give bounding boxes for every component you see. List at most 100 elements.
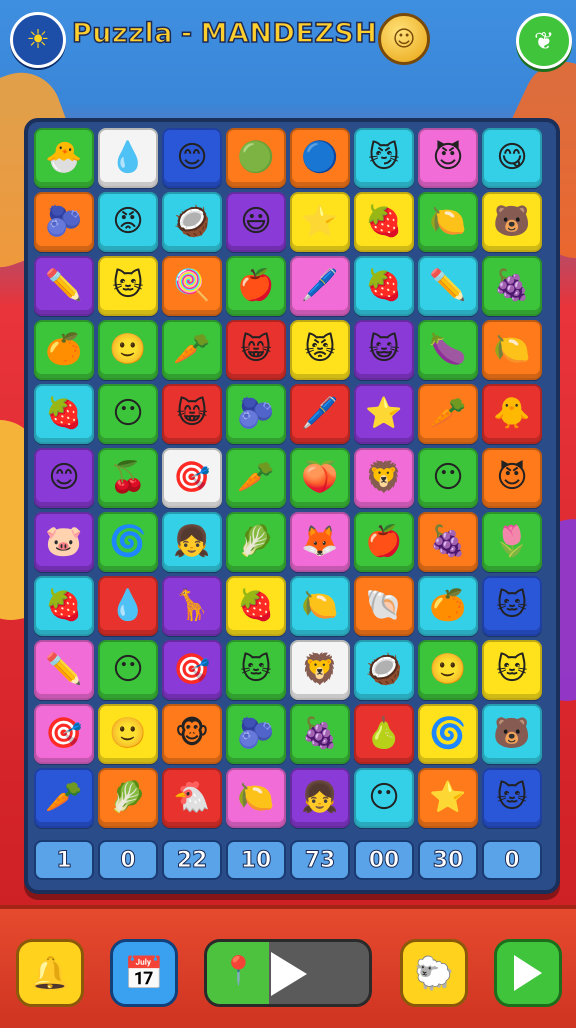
puzzle-tile[interactable]: 🍐 (354, 704, 414, 764)
next-button[interactable] (494, 939, 562, 1007)
puzzle-tile[interactable]: 🎯 (34, 704, 94, 764)
puzzle-tile[interactable]: 🍎 (354, 512, 414, 572)
puzzle-tile[interactable]: ⭐ (354, 384, 414, 444)
puzzle-tile[interactable]: 😸 (162, 384, 222, 444)
puzzle-tile[interactable]: 🔵 (290, 128, 350, 188)
puzzle-tile[interactable]: 🐔 (162, 768, 222, 828)
puzzle-tile[interactable]: 🙂 (98, 704, 158, 764)
puzzle-tile[interactable]: 🌀 (98, 512, 158, 572)
play-progress-bar[interactable]: 📍 (204, 939, 372, 1007)
puzzle-tile[interactable]: 🍆 (418, 320, 478, 380)
puzzle-tile[interactable]: 🥬 (226, 512, 286, 572)
puzzle-tile[interactable]: 😊 (34, 448, 94, 508)
puzzle-tile[interactable]: 🥕 (34, 768, 94, 828)
puzzle-tile[interactable]: 😾 (290, 320, 350, 380)
puzzle-tile[interactable]: 🍇 (290, 704, 350, 764)
column-scores: 1 0 22 10 73 00 30 0 (34, 840, 550, 880)
calendar-button[interactable]: 📅 (110, 939, 178, 1007)
tile-glyph: 😡 (112, 204, 144, 239)
puzzle-tile[interactable]: 🐻 (482, 192, 542, 252)
puzzle-tile[interactable]: 🍇 (418, 512, 478, 572)
puzzle-tile[interactable]: 🙂 (98, 320, 158, 380)
coin-face-icon[interactable]: ☺ (378, 13, 430, 65)
puzzle-tile[interactable]: 🥕 (418, 384, 478, 444)
puzzle-tile[interactable]: 🌷 (482, 512, 542, 572)
puzzle-tile[interactable]: 🥥 (162, 192, 222, 252)
puzzle-tile[interactable]: 💧 (98, 576, 158, 636)
puzzle-tile[interactable]: 🍒 (98, 448, 158, 508)
puzzle-tile[interactable]: 🦁 (290, 640, 350, 700)
puzzle-tile[interactable]: 👧 (290, 768, 350, 828)
puzzle-tile[interactable]: 🍋 (418, 192, 478, 252)
puzzle-tile[interactable]: 👧 (162, 512, 222, 572)
puzzle-tile[interactable]: 🍊 (418, 576, 478, 636)
puzzle-tile[interactable]: 🍓 (354, 192, 414, 252)
puzzle-tile[interactable]: 🍑 (290, 448, 350, 508)
puzzle-tile[interactable]: ⭐ (418, 768, 478, 828)
puzzle-tile[interactable]: 🫐 (226, 704, 286, 764)
puzzle-tile[interactable]: 🥥 (354, 640, 414, 700)
puzzle-tile[interactable]: 🫐 (34, 192, 94, 252)
character-button[interactable]: 🐑 (400, 939, 468, 1007)
puzzle-tile[interactable]: 💧 (98, 128, 158, 188)
puzzle-tile[interactable]: 😼 (354, 128, 414, 188)
puzzle-tile[interactable]: 🟢 (226, 128, 286, 188)
puzzle-tile[interactable]: 🍋 (290, 576, 350, 636)
puzzle-tile[interactable]: ✏️ (34, 256, 94, 316)
bell-button[interactable]: 🔔 (16, 939, 84, 1007)
puzzle-tile[interactable]: 🍓 (34, 384, 94, 444)
puzzle-tile[interactable]: 🥕 (226, 448, 286, 508)
puzzle-tile[interactable]: 😈 (418, 128, 478, 188)
puzzle-tile[interactable]: 🍋 (482, 320, 542, 380)
puzzle-tile[interactable]: 🍊 (34, 320, 94, 380)
puzzle-tile[interactable]: 🐻 (482, 704, 542, 764)
puzzle-tile[interactable]: 🐣 (34, 128, 94, 188)
puzzle-tile[interactable]: 🍓 (34, 576, 94, 636)
puzzle-tile[interactable]: ⭐ (290, 192, 350, 252)
puzzle-tile[interactable]: 🎯 (162, 640, 222, 700)
tile-glyph: 🫐 (237, 396, 275, 431)
puzzle-tile[interactable]: 🖊️ (290, 256, 350, 316)
puzzle-tile[interactable]: 😺 (354, 320, 414, 380)
puzzle-tile[interactable]: 🦒 (162, 576, 222, 636)
puzzle-tile[interactable]: ✏️ (418, 256, 478, 316)
puzzle-tile[interactable]: 😶 (98, 640, 158, 700)
puzzle-tile[interactable]: 🎯 (162, 448, 222, 508)
puzzle-tile[interactable]: 😃 (226, 192, 286, 252)
puzzle-tile[interactable]: 🍇 (482, 256, 542, 316)
puzzle-tile[interactable]: 😶 (418, 448, 478, 508)
puzzle-tile[interactable]: 🌀 (418, 704, 478, 764)
tile-glyph: 🎯 (173, 460, 211, 495)
sun-badge-icon[interactable]: ☀ (10, 12, 66, 68)
puzzle-tile[interactable]: 🐱 (98, 256, 158, 316)
puzzle-tile[interactable]: 😡 (98, 192, 158, 252)
puzzle-tile[interactable]: 😶 (354, 768, 414, 828)
puzzle-tile[interactable]: 🍓 (354, 256, 414, 316)
puzzle-tile[interactable]: 😸 (226, 320, 286, 380)
puzzle-tile[interactable]: 🥬 (98, 768, 158, 828)
puzzle-tile[interactable]: 🦊 (290, 512, 350, 572)
puzzle-tile[interactable]: 🐚 (354, 576, 414, 636)
puzzle-tile[interactable]: 🐱 (482, 768, 542, 828)
puzzle-tile[interactable]: 🐱 (482, 640, 542, 700)
puzzle-tile[interactable]: 🫐 (226, 384, 286, 444)
puzzle-tile[interactable]: 🐷 (34, 512, 94, 572)
puzzle-tile[interactable]: 🐵 (162, 704, 222, 764)
puzzle-tile[interactable]: 🐥 (482, 384, 542, 444)
puzzle-tile[interactable]: ✏️ (34, 640, 94, 700)
puzzle-tile[interactable]: 🍭 (162, 256, 222, 316)
puzzle-tile[interactable]: 🐱 (226, 640, 286, 700)
puzzle-tile[interactable]: 😈 (482, 448, 542, 508)
puzzle-tile[interactable]: 🐱 (482, 576, 542, 636)
puzzle-tile[interactable]: 🍓 (226, 576, 286, 636)
puzzle-tile[interactable]: 🍎 (226, 256, 286, 316)
puzzle-tile[interactable]: 🥕 (162, 320, 222, 380)
puzzle-tile[interactable]: 🍋 (226, 768, 286, 828)
puzzle-tile[interactable]: 😶 (98, 384, 158, 444)
puzzle-tile[interactable]: 🦁 (354, 448, 414, 508)
puzzle-tile[interactable]: 😊 (162, 128, 222, 188)
puzzle-tile[interactable]: 🙂 (418, 640, 478, 700)
puzzle-tile[interactable]: 🖊️ (290, 384, 350, 444)
puzzle-tile[interactable]: 😋 (482, 128, 542, 188)
leaf-icon[interactable]: ❦ (516, 13, 572, 69)
